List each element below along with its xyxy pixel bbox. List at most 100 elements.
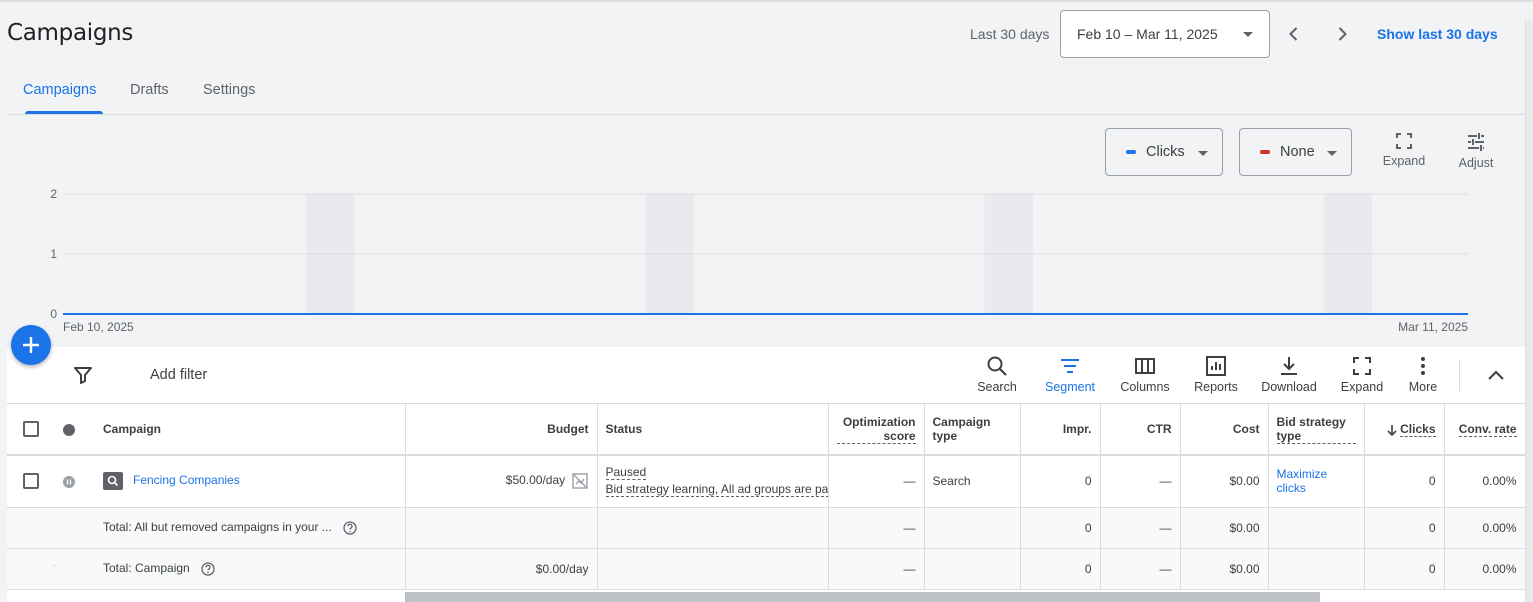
total-campaign-optimization-score-cell: — (828, 548, 925, 590)
bid-strategy-cell: Maximize clicks (1268, 455, 1365, 508)
filter-icon (74, 367, 92, 384)
total-row-all: Total: All but removed campaigns in your… (7, 507, 1526, 549)
total-row-campaign: Total: Campaign $0.00/day — 0 — $0.00 0 … (7, 548, 1526, 590)
campaigns-table: Campaign Budget Status Optimization scor… (7, 404, 1526, 590)
previous-period-button[interactable] (1280, 20, 1308, 48)
conv-rate-cell: 0.00% (1444, 455, 1526, 508)
total-impr-cell: 0 (1020, 507, 1101, 549)
columns-tool-button[interactable]: Columns (1117, 355, 1173, 394)
header-campaign-type[interactable]: Campaign type (924, 404, 1021, 456)
download-tool-label: Download (1261, 380, 1317, 394)
campaign-name-link[interactable]: Fencing Companies (133, 473, 240, 487)
metric-1-swatch (1126, 150, 1136, 154)
metric-1-select[interactable]: Clicks (1105, 128, 1223, 176)
header-campaign[interactable]: Campaign (95, 404, 406, 456)
top-border (0, 0, 1533, 2)
total-campaign-conv-rate-cell: 0.00% (1444, 548, 1526, 590)
clicks-line-chart: 0 1 2 Feb 10, 2025 Mar 11, 2025 (50, 187, 1468, 334)
total-campaign-impr-cell: 0 (1020, 548, 1101, 590)
vertical-scrollbar[interactable] (1525, 20, 1533, 602)
total-campaign-label: Total: Campaign (103, 561, 190, 576)
table-header-row: Campaign Budget Status Optimization scor… (7, 404, 1526, 456)
header-impr[interactable]: Impr. (1020, 404, 1101, 456)
total-conv-rate-cell: 0.00% (1444, 507, 1526, 549)
chevron-down-icon (1243, 32, 1253, 37)
total-cost-cell: $0.00 (1180, 507, 1269, 549)
row-checkbox[interactable] (23, 473, 39, 490)
segment-tool-label: Segment (1044, 380, 1096, 394)
segment-tool-button[interactable]: Segment (1042, 355, 1098, 394)
total-campaign-budget-cell: $0.00/day (405, 548, 598, 590)
help-icon[interactable] (201, 562, 215, 576)
select-all-checkbox[interactable] (23, 421, 39, 437)
header-conv-rate-label: Conv. rate (1458, 422, 1517, 437)
page-title: Campaigns (7, 20, 134, 46)
next-period-button[interactable] (1328, 20, 1356, 48)
fullscreen-icon (1396, 133, 1412, 149)
metric-2-swatch (1260, 150, 1270, 154)
header-ctr[interactable]: CTR (1100, 404, 1181, 456)
search-tool-button[interactable]: Search (975, 355, 1019, 394)
chart-expand-button[interactable]: Expand (1374, 132, 1434, 168)
total-clicks-cell: 0 (1364, 507, 1445, 549)
chevron-down-icon[interactable] (53, 562, 55, 576)
campaign-type-cell: Search (924, 455, 1021, 508)
filter-button[interactable] (73, 366, 93, 389)
bid-strategy-link[interactable]: Maximize clicks (1277, 467, 1328, 495)
optimization-score-cell: — (828, 455, 925, 508)
expand-tool-label: Expand (1340, 380, 1384, 394)
status-filter-dot[interactable] (63, 423, 75, 436)
chart-adjust-button[interactable]: Adjust (1446, 132, 1506, 170)
help-icon[interactable] (343, 521, 357, 535)
campaign-name-cell: Fencing Companies (95, 455, 406, 508)
search-campaign-icon (103, 472, 123, 491)
chevron-down-icon (1327, 151, 1337, 156)
status-primary[interactable]: Paused (605, 465, 647, 481)
header-optimization-score[interactable]: Optimization score (828, 404, 925, 456)
row-status-cell (55, 455, 95, 508)
header-bid-strategy-type[interactable]: Bid strategy type (1268, 404, 1365, 456)
horizontal-scrollbar[interactable] (405, 592, 1320, 602)
reports-tool-label: Reports (1194, 380, 1238, 394)
total-campaign-label-cell: Total: Campaign (95, 548, 406, 590)
expand-tool-button[interactable]: Expand (1336, 355, 1388, 394)
x-start-label: Feb 10, 2025 (63, 320, 134, 334)
collapse-chart-button[interactable] (1485, 366, 1507, 389)
campaigns-table-panel: Add filter Search Segment Columns Report… (7, 347, 1526, 602)
table-row: Fencing Companies $50.00/day Paused Bid … (7, 455, 1526, 508)
total-campaign-clicks-cell: 0 (1364, 548, 1445, 590)
header-clicks[interactable]: Clicks (1364, 404, 1445, 456)
more-tool-button[interactable]: More (1403, 355, 1443, 394)
tab-settings[interactable]: Settings (203, 82, 255, 98)
chart-expand-label: Expand (1382, 154, 1426, 168)
more-tool-label: More (1408, 380, 1438, 394)
add-filter-button[interactable]: Add filter (150, 367, 207, 383)
more-vert-icon (1421, 357, 1425, 375)
header-conv-rate[interactable]: Conv. rate (1444, 404, 1526, 456)
header-optimization-score-label: Optimization score (836, 415, 916, 444)
paused-status-icon[interactable] (63, 476, 75, 489)
search-tool-label: Search (977, 380, 1017, 394)
tab-drafts[interactable]: Drafts (130, 82, 169, 98)
row-select-cell (7, 455, 55, 508)
tune-icon (1468, 133, 1484, 151)
download-icon (1281, 357, 1297, 375)
header-budget[interactable]: Budget (405, 404, 598, 456)
metric-2-select[interactable]: None (1239, 128, 1352, 176)
date-range-picker[interactable]: Feb 10 – Mar 11, 2025 (1060, 10, 1270, 58)
create-button[interactable] (11, 325, 51, 365)
show-last-30-days-link[interactable]: Show last 30 days (1377, 26, 1498, 42)
reports-tool-button[interactable]: Reports (1190, 355, 1242, 394)
x-end-label: Mar 11, 2025 (1398, 320, 1468, 334)
header-status[interactable]: Status (597, 404, 829, 456)
header-cost[interactable]: Cost (1180, 404, 1269, 456)
metric-1-label: Clicks (1146, 144, 1185, 160)
chevron-left-icon (1289, 27, 1298, 41)
chart-off-icon[interactable] (571, 472, 589, 490)
tab-campaigns[interactable]: Campaigns (23, 82, 96, 98)
status-secondary[interactable]: Bid strategy learning, All ad groups are… (605, 482, 827, 498)
status-cell: Paused Bid strategy learning, All ad gro… (597, 455, 829, 508)
download-tool-button[interactable]: Download (1259, 355, 1319, 394)
total-campaign-ctr-cell: — (1100, 548, 1181, 590)
date-range-label: Last 30 days (970, 26, 1050, 42)
